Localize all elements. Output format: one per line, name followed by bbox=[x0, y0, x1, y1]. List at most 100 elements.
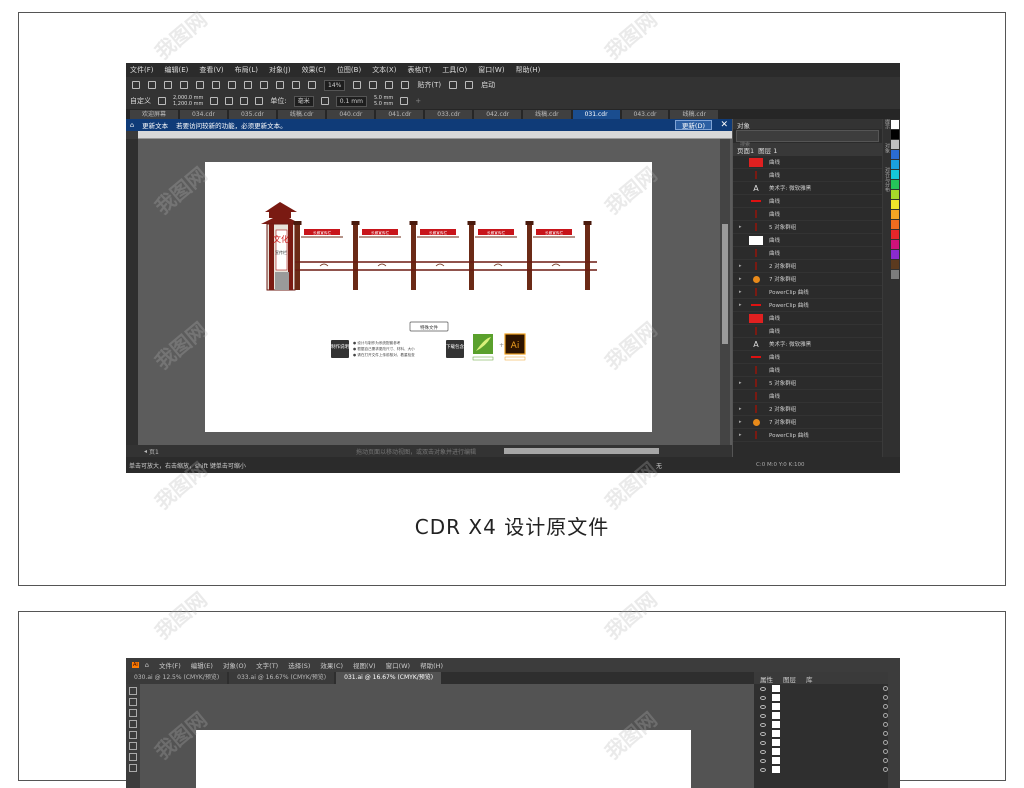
ai-menu-item[interactable]: 对象(O) bbox=[223, 660, 246, 670]
object-row[interactable]: ▸ 7 对象群组 bbox=[733, 416, 882, 429]
print-icon[interactable] bbox=[180, 81, 188, 89]
cdr-menu-item[interactable]: 帮助(H) bbox=[516, 65, 541, 75]
ai-menu-item[interactable]: 效果(C) bbox=[320, 660, 343, 670]
full-screen-icon[interactable] bbox=[353, 81, 362, 89]
cdr-menu-item[interactable]: 编辑(E) bbox=[165, 65, 189, 75]
ai-menu-item[interactable]: 帮助(H) bbox=[420, 660, 443, 670]
color-swatch[interactable] bbox=[891, 170, 899, 179]
ai-menu-item[interactable]: 文字(T) bbox=[256, 660, 278, 670]
options-gear-icon[interactable] bbox=[449, 81, 458, 89]
cdr-menu-item[interactable]: 查看(V) bbox=[199, 65, 223, 75]
ai-panel-tab[interactable]: 图层 bbox=[783, 674, 796, 684]
color-swatch[interactable] bbox=[891, 200, 899, 209]
expand-arrow-icon[interactable]: ▸ bbox=[739, 289, 749, 295]
import-icon[interactable] bbox=[276, 81, 284, 89]
color-swatch[interactable] bbox=[891, 180, 899, 189]
color-swatch[interactable] bbox=[891, 130, 899, 139]
export-icon[interactable] bbox=[292, 81, 300, 89]
grid-icon[interactable] bbox=[385, 81, 394, 89]
document-tab[interactable]: 042.cdr bbox=[474, 110, 522, 119]
rectangle-tool-icon[interactable] bbox=[129, 731, 137, 739]
landscape-icon[interactable] bbox=[225, 97, 234, 105]
page-nav-first-icon[interactable]: ◂ bbox=[144, 448, 147, 455]
expand-arrow-icon[interactable]: ▸ bbox=[739, 302, 749, 308]
cdr-menu-item[interactable]: 表格(T) bbox=[407, 65, 431, 75]
page-tab[interactable]: 页1 bbox=[149, 447, 159, 456]
objects-search-input[interactable]: 搜索 bbox=[736, 130, 879, 148]
selection-tool-icon[interactable] bbox=[129, 687, 137, 695]
close-icon[interactable]: ✕ bbox=[720, 119, 728, 131]
object-row[interactable]: 曲线 bbox=[733, 195, 882, 208]
new-document-icon[interactable] bbox=[132, 81, 140, 89]
guidelines-icon[interactable] bbox=[401, 81, 410, 89]
ai-menu-item[interactable]: 选择(S) bbox=[288, 660, 310, 670]
redo-icon[interactable] bbox=[260, 81, 268, 89]
visibility-eye-icon[interactable] bbox=[760, 758, 766, 763]
document-tab[interactable]: 欢迎屏幕 bbox=[130, 110, 179, 119]
publish-pdf-icon[interactable] bbox=[308, 81, 316, 89]
document-tab[interactable]: 035.cdr bbox=[228, 110, 276, 119]
document-tab[interactable]: 041.cdr bbox=[376, 110, 424, 119]
cdr-menu-item[interactable]: 工具(O) bbox=[442, 65, 467, 75]
brush-tool-icon[interactable] bbox=[129, 742, 137, 750]
snap-to-dropdown[interactable]: 贴齐(T) bbox=[417, 80, 441, 90]
open-icon[interactable] bbox=[148, 81, 156, 89]
nudge-distance-field[interactable]: 0.1 mm bbox=[335, 95, 367, 107]
units-dropdown[interactable]: 毫米 bbox=[293, 95, 314, 107]
docker-side-tab[interactable]: 提示 bbox=[884, 119, 890, 129]
object-row[interactable]: ▸ 7 对象群组 bbox=[733, 273, 882, 286]
vertical-scrollbar[interactable] bbox=[720, 139, 730, 445]
all-pages-icon[interactable] bbox=[240, 97, 249, 105]
cdr-menu-item[interactable]: 效果(C) bbox=[302, 65, 326, 75]
cdr-menu-item[interactable]: 文件(F) bbox=[130, 65, 154, 75]
ai-menu-item[interactable]: 文件(F) bbox=[159, 660, 181, 670]
undo-icon[interactable] bbox=[244, 81, 252, 89]
ai-menu-item[interactable]: 视图(V) bbox=[353, 660, 376, 670]
treat-as-filled-icon[interactable] bbox=[400, 97, 409, 105]
ai-layer-row[interactable] bbox=[754, 720, 900, 729]
horizontal-ruler[interactable] bbox=[138, 131, 732, 139]
page-height-field[interactable]: 1,200.0 mm bbox=[173, 101, 203, 107]
object-row[interactable]: A 美术字: 微软雅黑 bbox=[733, 338, 882, 351]
object-row[interactable]: ▸ 5 对象群组 bbox=[733, 221, 882, 234]
object-row[interactable]: ▸ 2 对象群组 bbox=[733, 403, 882, 416]
document-tab[interactable]: 040.cdr bbox=[327, 110, 375, 119]
color-swatch[interactable] bbox=[891, 250, 899, 259]
color-swatch[interactable] bbox=[891, 190, 899, 199]
ai-layer-row[interactable] bbox=[754, 702, 900, 711]
duplicate-y-field[interactable]: 5.0 mm bbox=[374, 101, 393, 107]
expand-arrow-icon[interactable]: ▸ bbox=[739, 419, 749, 425]
visibility-eye-icon[interactable] bbox=[760, 749, 766, 754]
expand-arrow-icon[interactable]: ▸ bbox=[739, 406, 749, 412]
cdr-menu-item[interactable]: 文本(X) bbox=[372, 65, 396, 75]
launch-dropdown[interactable]: 启动 bbox=[481, 80, 495, 90]
ai-layer-row[interactable] bbox=[754, 693, 900, 702]
cdr-menu-item[interactable]: 对象(J) bbox=[269, 65, 291, 75]
color-swatch[interactable] bbox=[891, 150, 899, 159]
color-swatch[interactable] bbox=[891, 260, 899, 269]
document-page[interactable]: 文化 宣传栏 长廊宣传栏 长廊宣传栏 长廊宣传栏 长廊宣传栏 长廊宣传栏 特殊文件 制作… bbox=[205, 162, 652, 432]
add-icon[interactable]: + bbox=[415, 97, 421, 105]
ai-layer-row[interactable] bbox=[754, 747, 900, 756]
color-swatch[interactable] bbox=[891, 140, 899, 149]
object-row[interactable]: 曲线 bbox=[733, 312, 882, 325]
object-row[interactable]: 曲线 bbox=[733, 234, 882, 247]
color-swatch[interactable] bbox=[891, 210, 899, 219]
curvature-tool-icon[interactable] bbox=[129, 720, 137, 728]
docker-side-tab[interactable]: 对齐与分布 bbox=[884, 167, 890, 192]
object-row[interactable]: ▸ PowerClip 曲线 bbox=[733, 299, 882, 312]
page-layer-row[interactable]: 页面1 图层 1 bbox=[733, 143, 882, 156]
document-tab[interactable]: 线稿.cdr bbox=[523, 110, 571, 119]
ai-layer-row[interactable] bbox=[754, 765, 900, 774]
ai-document-tab[interactable]: 033.ai @ 16.67% (CMYK/预览) bbox=[229, 672, 335, 684]
ai-document-tab[interactable]: 031.ai @ 16.67% (CMYK/预览) bbox=[336, 672, 442, 684]
cut-icon[interactable] bbox=[196, 81, 204, 89]
visibility-eye-icon[interactable] bbox=[760, 686, 766, 691]
ai-document-tab[interactable]: 030.ai @ 12.5% (CMYK/预览) bbox=[126, 672, 228, 684]
pen-tool-icon[interactable] bbox=[129, 709, 137, 717]
ai-layer-row[interactable] bbox=[754, 756, 900, 765]
ai-layer-row[interactable] bbox=[754, 738, 900, 747]
object-row[interactable]: 曲线 bbox=[733, 390, 882, 403]
object-row[interactable]: 曲线 bbox=[733, 325, 882, 338]
current-page-icon[interactable] bbox=[255, 97, 264, 105]
